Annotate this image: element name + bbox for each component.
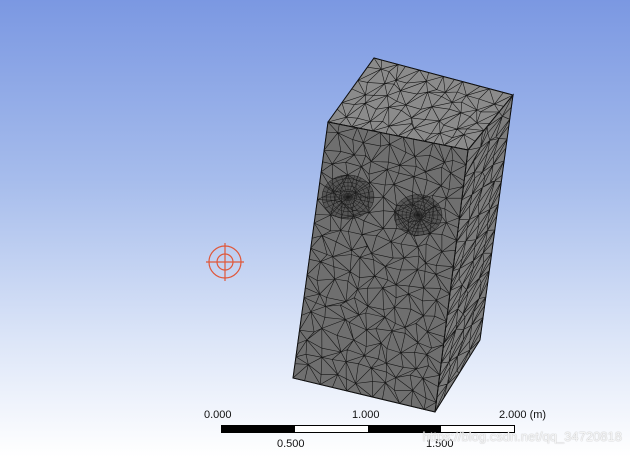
scale-label-0-5: 0.500 xyxy=(277,438,305,450)
origin-marker-icon xyxy=(206,243,244,281)
graphics-viewport[interactable]: 0.000 1.000 2.000 (m) 0.500 1.500 https:… xyxy=(0,0,630,457)
scale-label-2: 2.000 (m) xyxy=(499,409,547,421)
scale-label-1: 1.000 xyxy=(352,409,380,421)
watermark: https://blog.csdn.net/qq_34720818 xyxy=(422,429,623,444)
scale-bar-segment xyxy=(295,426,368,432)
meshed-block[interactable] xyxy=(292,57,514,413)
scale-label-0: 0.000 xyxy=(204,409,232,421)
mesh-refinement-zone xyxy=(393,194,443,236)
mesh-refinement-zone xyxy=(321,174,375,220)
scale-bar-segment xyxy=(222,426,295,432)
mesh-canvas[interactable] xyxy=(0,0,630,457)
